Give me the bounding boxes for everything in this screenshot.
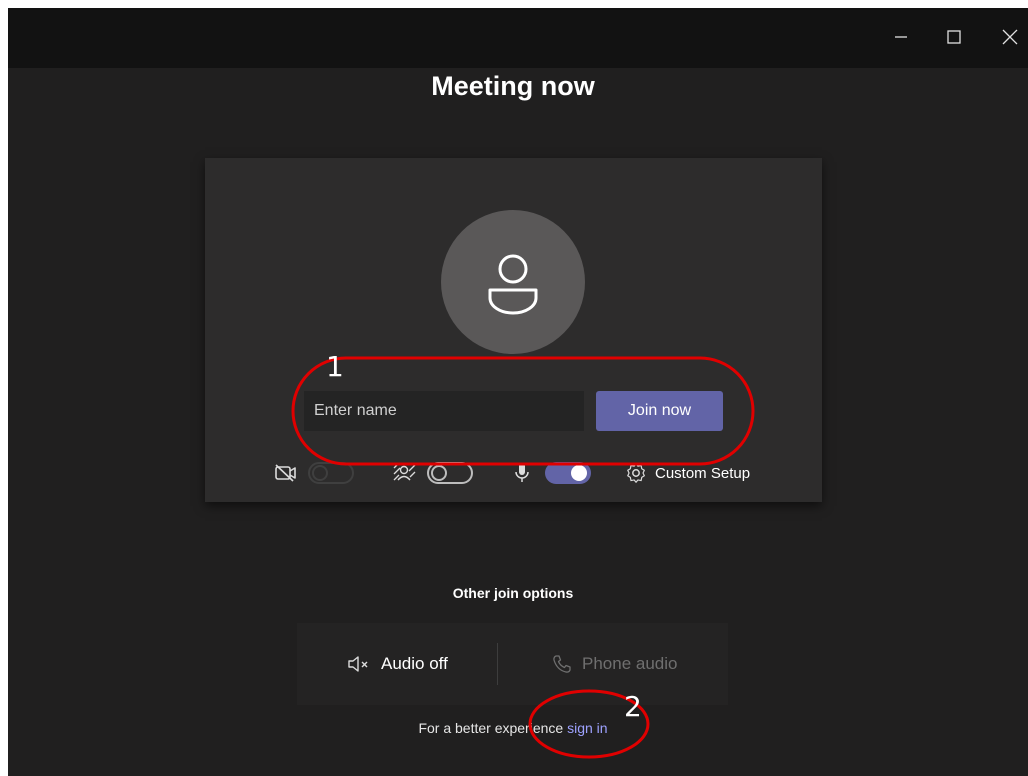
audio-off-option[interactable]: Audio off [347,623,448,705]
background-blur-icon [391,463,417,483]
background-effects-toggle[interactable] [427,462,473,484]
options-divider [497,643,498,685]
app-window: Meeting now Join now [8,8,1028,776]
phone-icon [552,654,572,674]
speaker-off-icon [347,654,371,674]
prejoin-card: Join now [205,158,822,502]
person-icon [488,254,538,315]
custom-setup-label: Custom Setup [655,464,751,482]
other-join-options-title: Other join options [452,585,574,601]
audio-off-label: Audio off [381,654,448,673]
phone-audio-option[interactable]: Phone audio [552,623,677,705]
camera-toggle[interactable] [308,462,354,484]
maximize-icon[interactable] [940,23,968,51]
close-icon[interactable] [996,23,1024,51]
microphone-toggle[interactable] [545,462,591,484]
page-title: Meeting now [431,71,595,101]
annotation-marker-2: 2 [624,690,642,723]
sign-in-link[interactable]: sign in [567,720,607,736]
phone-audio-label: Phone audio [582,654,678,673]
sign-in-prompt: For a better experience sign in [8,720,1018,736]
annotation-marker-1: 1 [326,350,344,383]
join-now-button[interactable]: Join now [596,391,723,431]
sign-in-prefix: For a better experience [418,720,564,736]
custom-setup-button[interactable]: Custom Setup [625,460,750,486]
microphone-icon [514,462,530,484]
title-bar [8,8,1028,68]
gear-icon [625,462,647,484]
minimize-icon[interactable] [887,23,915,51]
name-input[interactable] [304,391,584,431]
avatar [441,210,585,354]
camera-off-icon [274,463,298,483]
other-join-options: Audio off Phone audio [297,623,728,705]
